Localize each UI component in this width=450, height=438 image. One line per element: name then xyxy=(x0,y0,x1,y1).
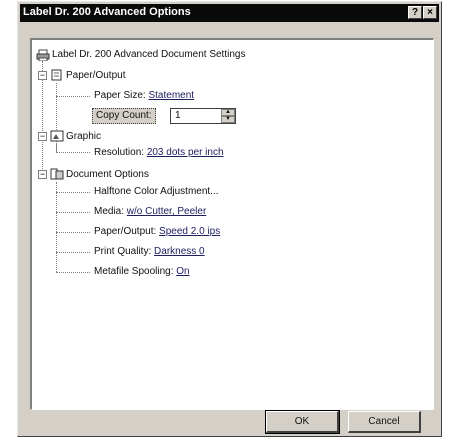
collapse-toggle[interactable]: − xyxy=(38,170,47,179)
tree-connector xyxy=(56,272,90,273)
copy-count-spinner[interactable]: 1 ▲ ▼ xyxy=(170,108,236,124)
doc-paper-output-setting[interactable]: Paper/Output: Speed 2.0 ips xyxy=(94,225,220,239)
halftone-setting[interactable]: Halftone Color Adjustment... xyxy=(94,185,219,199)
tree-connector xyxy=(56,152,90,153)
help-button[interactable]: ? xyxy=(408,6,422,19)
copy-count-label: Copy Count: xyxy=(92,108,156,124)
cancel-button[interactable]: Cancel xyxy=(348,411,421,433)
print-quality-value[interactable]: Darkness 0 xyxy=(154,246,205,257)
tree-connector xyxy=(56,144,57,153)
media-label: Media: xyxy=(94,206,125,217)
tree-connector xyxy=(56,212,90,213)
tree-connector xyxy=(56,232,90,233)
settings-tree[interactable]: Label Dr. 200 Advanced Document Settings… xyxy=(30,38,434,410)
tree-item-document-options[interactable]: Document Options xyxy=(66,168,149,182)
metafile-spooling-value[interactable]: On xyxy=(176,266,189,277)
collapse-toggle[interactable]: − xyxy=(38,71,47,80)
copy-count-value[interactable]: 1 xyxy=(175,109,181,123)
resolution-value[interactable]: 203 dots per inch xyxy=(147,147,224,158)
spin-up-button[interactable]: ▲ xyxy=(221,109,235,116)
tree-connector xyxy=(56,96,90,97)
doc-paper-output-label: Paper/Output: xyxy=(94,226,157,237)
metafile-spooling-setting[interactable]: Metafile Spooling: On xyxy=(94,265,190,279)
tree-connector xyxy=(56,182,57,272)
spinner-buttons: ▲ ▼ xyxy=(221,109,235,123)
doc-paper-output-value[interactable]: Speed 2.0 ips xyxy=(159,226,220,237)
resolution-setting[interactable]: Resolution: 203 dots per inch xyxy=(94,146,224,160)
paper-size-label: Paper Size: xyxy=(94,90,146,101)
media-setting[interactable]: Media: w/o Cutter, Peeler xyxy=(94,205,206,219)
tree-connector xyxy=(56,192,90,193)
window-title: Label Dr. 200 Advanced Options xyxy=(23,6,191,18)
spin-down-button[interactable]: ▼ xyxy=(221,116,235,123)
ok-button[interactable]: OK xyxy=(265,410,340,434)
advanced-options-dialog: Label Dr. 200 Advanced Options ? × Label… xyxy=(17,1,442,437)
print-quality-setting[interactable]: Print Quality: Darkness 0 xyxy=(94,245,205,259)
tree-connector xyxy=(56,252,90,253)
document-options-icon xyxy=(50,168,64,180)
title-bar: Label Dr. 200 Advanced Options ? × xyxy=(20,4,439,22)
close-button[interactable]: × xyxy=(423,6,437,19)
tree-item-graphic[interactable]: Graphic xyxy=(66,130,101,144)
tree-root[interactable]: Label Dr. 200 Advanced Document Settings xyxy=(52,48,245,62)
print-quality-label: Print Quality: xyxy=(94,246,152,257)
paper-size-setting[interactable]: Paper Size: Statement xyxy=(94,89,194,103)
printer-icon xyxy=(36,49,50,61)
resolution-label: Resolution: xyxy=(94,147,145,158)
collapse-toggle[interactable]: − xyxy=(38,132,47,141)
paper-output-icon xyxy=(51,69,62,81)
paper-size-value[interactable]: Statement xyxy=(148,90,194,101)
tree-item-paper-output[interactable]: Paper/Output xyxy=(66,69,125,83)
metafile-spooling-label: Metafile Spooling: xyxy=(94,266,174,277)
media-value[interactable]: w/o Cutter, Peeler xyxy=(127,206,206,217)
graphic-icon xyxy=(50,130,64,142)
